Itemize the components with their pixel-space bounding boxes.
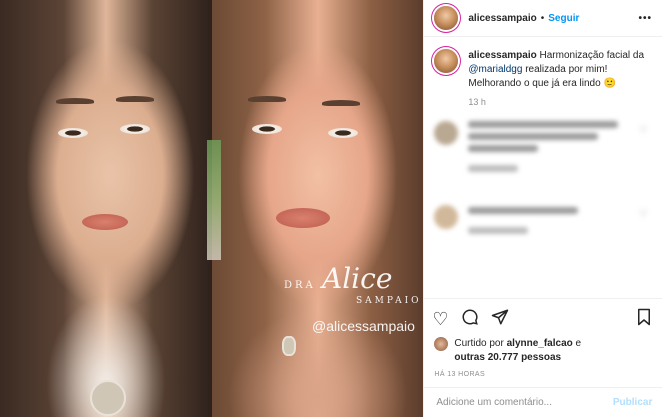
- action-icons: ♡: [424, 299, 662, 331]
- comment-line: [468, 121, 619, 128]
- lips: [82, 214, 128, 230]
- instagram-post: DRA Alice SAMPAIO @alicessampaio alicess…: [0, 0, 662, 417]
- right-eye: [120, 124, 150, 134]
- comment-line: [468, 207, 579, 214]
- comment-line: [468, 165, 519, 172]
- liked-by-joiner: e: [575, 338, 582, 349]
- comment-avatar: [434, 205, 459, 229]
- caption-text: alicessampaio Harmonização facial da @ma…: [468, 49, 652, 91]
- add-comment-bar: Publicar: [424, 387, 662, 417]
- post-side-panel: alicessampaio • Seguir ••• alicessampaio…: [423, 0, 662, 417]
- right-eye: [328, 128, 358, 138]
- smile-emoji-icon: 🙂: [603, 78, 616, 89]
- publish-button[interactable]: Publicar: [613, 397, 652, 408]
- photo-after-panel: [212, 0, 424, 417]
- caption-time: 13 h: [468, 97, 486, 107]
- right-eyebrow: [322, 100, 360, 106]
- background-foliage: [207, 140, 221, 260]
- liked-by-user[interactable]: alynne_falcao: [507, 338, 573, 349]
- caption-text-part1: Harmonização facial da: [539, 50, 645, 61]
- left-eye: [58, 128, 88, 138]
- caption-avatar[interactable]: [434, 49, 459, 73]
- send-icon[interactable]: [491, 308, 509, 330]
- caption: alicessampaio Harmonização facial da @ma…: [424, 37, 662, 91]
- comment-line: [468, 133, 599, 140]
- watermark-surname: SAMPAIO: [356, 296, 422, 306]
- follow-button[interactable]: Seguir: [548, 13, 579, 24]
- photo-before-panel: [0, 0, 212, 417]
- heart-icon[interactable]: ♡: [432, 309, 448, 329]
- caption-username[interactable]: alicessampaio: [468, 50, 536, 61]
- pendant: [282, 336, 296, 356]
- blurred-comment: ♡: [434, 117, 652, 177]
- left-eye: [252, 124, 282, 134]
- others-count[interactable]: outras 20.777 pessoas: [454, 352, 561, 363]
- separator-dot: •: [540, 12, 545, 24]
- author-username[interactable]: alicessampaio: [468, 13, 536, 24]
- comment-heart-icon: ♡: [639, 125, 648, 136]
- more-options-icon[interactable]: •••: [638, 13, 652, 24]
- comment-input[interactable]: [434, 396, 613, 409]
- bookmark-icon[interactable]: [636, 308, 652, 330]
- blurred-comment: ♡: [434, 201, 652, 245]
- liker-avatar[interactable]: [434, 337, 449, 351]
- post-photo[interactable]: DRA Alice SAMPAIO @alicessampaio: [0, 0, 424, 417]
- pendant: [90, 380, 126, 416]
- caption-mention[interactable]: @marialdgg: [468, 64, 522, 75]
- right-eyebrow: [116, 96, 154, 102]
- watermark-prefix: DRA: [284, 280, 316, 291]
- posted-ago[interactable]: HÁ 13 HORAS: [424, 365, 662, 378]
- comment-avatar: [434, 121, 459, 145]
- comment-icon[interactable]: [461, 308, 479, 330]
- left-eyebrow: [248, 96, 286, 102]
- post-header: alicessampaio • Seguir •••: [424, 0, 662, 37]
- left-eyebrow: [56, 98, 94, 104]
- comment-heart-icon: ♡: [639, 209, 648, 220]
- post-actions: ♡ Curtido por alynne_falcao e outras 20.…: [424, 298, 662, 378]
- watermark-name: Alice: [322, 262, 393, 295]
- comment-line: [468, 227, 529, 234]
- watermark-handle: @alicessampaio: [312, 318, 415, 334]
- comment-line: [468, 145, 539, 152]
- liked-by-prefix: Curtido por: [454, 338, 504, 349]
- likes-summary: Curtido por alynne_falcao e outras 20.77…: [424, 331, 662, 365]
- author-avatar[interactable]: [434, 6, 459, 30]
- lips: [276, 208, 330, 228]
- likes-text: Curtido por alynne_falcao e outras 20.77…: [454, 337, 581, 365]
